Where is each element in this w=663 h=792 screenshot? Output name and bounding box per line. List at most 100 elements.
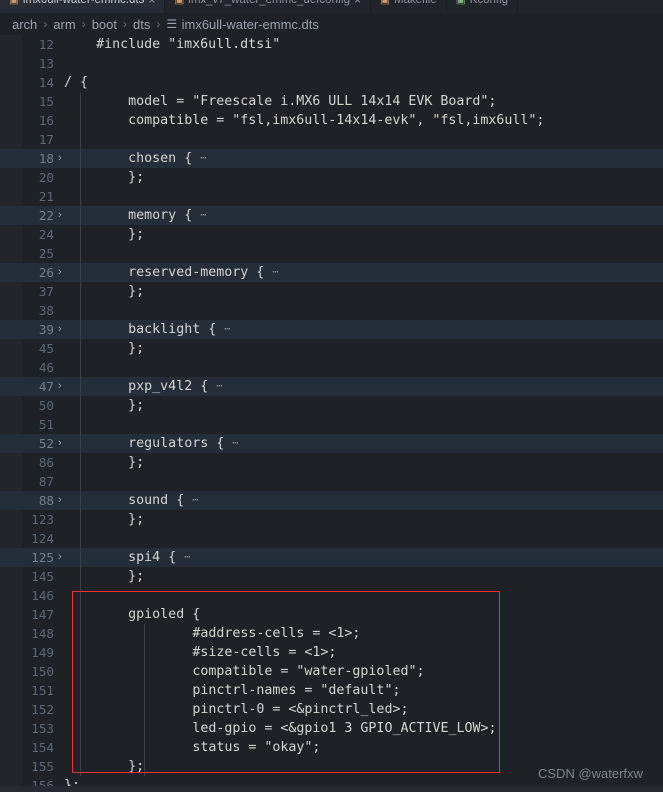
tab-label: imx_v7_water_emmc_defconfig <box>188 0 350 6</box>
watermark-text: CSDN @waterfxw <box>538 766 643 781</box>
folded-region-ellipsis[interactable]: ⋯ <box>192 491 199 510</box>
code-line-list[interactable]: 12 #include "imx6ull.dtsi" 13 14 / {15 model … <box>0 35 663 792</box>
line-number: 86 <box>38 455 54 470</box>
folded-region-ellipsis[interactable]: ⋯ <box>273 263 280 282</box>
fold-chevron-icon[interactable]: › <box>58 377 70 396</box>
code-line[interactable]: 125 › spi4 {⋯ <box>0 548 663 567</box>
code-line-text: chosen { <box>128 151 193 166</box>
line-number: 149 <box>31 645 54 660</box>
code-line[interactable]: 46 <box>0 358 663 377</box>
line-number: 12 <box>38 37 54 52</box>
code-line[interactable]: 153 led-gpio = <&gpio1 3 GPIO_ACTIVE_LOW>… <box>0 719 663 738</box>
folded-region-ellipsis[interactable]: ⋯ <box>232 434 239 453</box>
code-line[interactable]: 123}; <box>0 510 663 529</box>
fold-chevron-icon[interactable]: › <box>58 548 70 567</box>
breadcrumb-filename[interactable]: imx6ull-water-emmc.dts <box>182 17 319 32</box>
code-line[interactable]: 25 <box>0 244 663 263</box>
code-editor[interactable]: 12 #include "imx6ull.dtsi" 13 14 / {15 model … <box>0 35 663 792</box>
code-line[interactable]: 37}; <box>0 282 663 301</box>
line-number: 13 <box>38 56 54 71</box>
line-number: 22 <box>38 208 54 223</box>
code-line[interactable]: 88 › sound {⋯ <box>0 491 663 510</box>
code-line[interactable]: 146 <box>0 586 663 605</box>
line-number: 17 <box>38 132 54 147</box>
code-line-text: }; <box>128 284 145 299</box>
tab-kconfig[interactable]: ▣ Kconfig <box>447 0 519 13</box>
line-number: 46 <box>38 360 54 375</box>
code-line-text: #include "imx6ull.dtsi" <box>96 37 281 52</box>
code-line[interactable]: 124 <box>0 529 663 548</box>
code-line-text: led-gpio = <&gpio1 3 GPIO_ACTIVE_LOW>; <box>192 721 497 736</box>
code-line-text: #address-cells = <1>; <box>192 626 361 641</box>
line-number: 37 <box>38 284 54 299</box>
code-line[interactable]: 154 status = "okay"; <box>0 738 663 757</box>
fold-chevron-icon[interactable]: › <box>58 206 70 225</box>
chevron-right-icon: › <box>156 17 161 31</box>
folded-region-ellipsis[interactable]: ⋯ <box>184 548 191 567</box>
code-line[interactable]: 50}; <box>0 396 663 415</box>
fold-chevron-icon[interactable]: › <box>58 320 70 339</box>
line-number: 24 <box>38 227 54 242</box>
tab-makefile[interactable]: ▣ Makefile <box>371 0 447 13</box>
code-line[interactable]: 86}; <box>0 453 663 472</box>
code-line[interactable]: 150 compatible = "water-gpioled"; <box>0 662 663 681</box>
fold-chevron-icon[interactable]: › <box>58 434 70 453</box>
code-line-text: backlight { <box>128 322 217 337</box>
code-line-text: gpioled { <box>128 607 201 622</box>
code-line[interactable]: 149 #size-cells = <1>; <box>0 643 663 662</box>
editor-tab-bar[interactable]: ▣ imx6ull-water-emmc.dts × ▣ imx_v7_wate… <box>0 0 663 13</box>
code-line[interactable]: 17 <box>0 130 663 149</box>
code-line[interactable]: 39 › backlight {⋯ <box>0 320 663 339</box>
code-line[interactable]: 18 › chosen {⋯ <box>0 149 663 168</box>
code-line[interactable]: 47 › pxp_v4l2 {⋯ <box>0 377 663 396</box>
tab-label: Kconfig <box>470 0 508 6</box>
tab-imx6ull-water-emmc-dts[interactable]: ▣ imx6ull-water-emmc.dts × <box>0 0 166 13</box>
tab-imx-v7-water-emmc-defconfig[interactable]: ▣ imx_v7_water_emmc_defconfig × <box>165 0 372 13</box>
breadcrumb[interactable]: arch › arm › boot › dts › ☰ imx6ull-wate… <box>0 13 663 35</box>
line-number: 21 <box>38 189 54 204</box>
code-line[interactable]: 38 <box>0 301 663 320</box>
code-line[interactable]: 151 pinctrl-names = "default"; <box>0 681 663 700</box>
code-line[interactable]: 45}; <box>0 339 663 358</box>
tab-close-icon[interactable]: × <box>148 0 155 7</box>
tab-close-icon[interactable]: × <box>354 0 361 7</box>
folded-region-ellipsis[interactable]: ⋯ <box>200 149 207 168</box>
line-number: 51 <box>38 417 54 432</box>
code-line[interactable]: 16 compatible = "fsl,imx6ull-14x14-evk", … <box>0 111 663 130</box>
code-line[interactable]: 148 #address-cells = <1>; <box>0 624 663 643</box>
fold-chevron-icon[interactable]: › <box>58 263 70 282</box>
line-number: 146 <box>31 588 54 603</box>
code-line[interactable]: 14 / { <box>0 73 663 92</box>
folded-region-ellipsis[interactable]: ⋯ <box>216 377 223 396</box>
code-line-text: compatible = "water-gpioled"; <box>192 664 425 679</box>
code-line[interactable]: 145}; <box>0 567 663 586</box>
code-line[interactable]: 26 › reserved-memory {⋯ <box>0 263 663 282</box>
line-number: 88 <box>38 493 54 508</box>
breadcrumb-item-arm[interactable]: arm <box>53 17 75 32</box>
breadcrumb-item-arch[interactable]: arch <box>12 17 37 32</box>
breadcrumb-item-dts[interactable]: dts <box>133 17 150 32</box>
code-line[interactable]: 24}; <box>0 225 663 244</box>
code-line[interactable]: 22 › memory { ⋯ <box>0 206 663 225</box>
code-line[interactable]: 87 <box>0 472 663 491</box>
line-number: 26 <box>38 265 54 280</box>
code-line[interactable]: 152 pinctrl-0 = <&pinctrl_led>; <box>0 700 663 719</box>
code-line[interactable]: 20}; <box>0 168 663 187</box>
code-line-text: #size-cells = <1>; <box>192 645 337 660</box>
fold-chevron-icon[interactable]: › <box>58 149 70 168</box>
code-line[interactable]: 15 model = "Freescale i.MX6 ULL 14x14 EVK… <box>0 92 663 111</box>
code-line[interactable]: 52 › regulators {⋯ <box>0 434 663 453</box>
code-line[interactable]: 51 <box>0 415 663 434</box>
code-line[interactable]: 147 gpioled { <box>0 605 663 624</box>
folded-region-ellipsis[interactable]: ⋯ <box>224 320 231 339</box>
code-line[interactable]: 13 <box>0 54 663 73</box>
code-line-text: memory { <box>128 208 193 223</box>
code-line[interactable]: 21 <box>0 187 663 206</box>
code-line[interactable]: 12 #include "imx6ull.dtsi" <box>0 35 663 54</box>
folded-region-ellipsis[interactable]: ⋯ <box>200 206 207 225</box>
tab-label: imx6ull-water-emmc.dts <box>23 0 144 6</box>
line-number: 148 <box>31 626 54 641</box>
fold-chevron-icon[interactable]: › <box>58 491 70 510</box>
chevron-right-icon: › <box>43 17 48 31</box>
breadcrumb-item-boot[interactable]: boot <box>92 17 117 32</box>
